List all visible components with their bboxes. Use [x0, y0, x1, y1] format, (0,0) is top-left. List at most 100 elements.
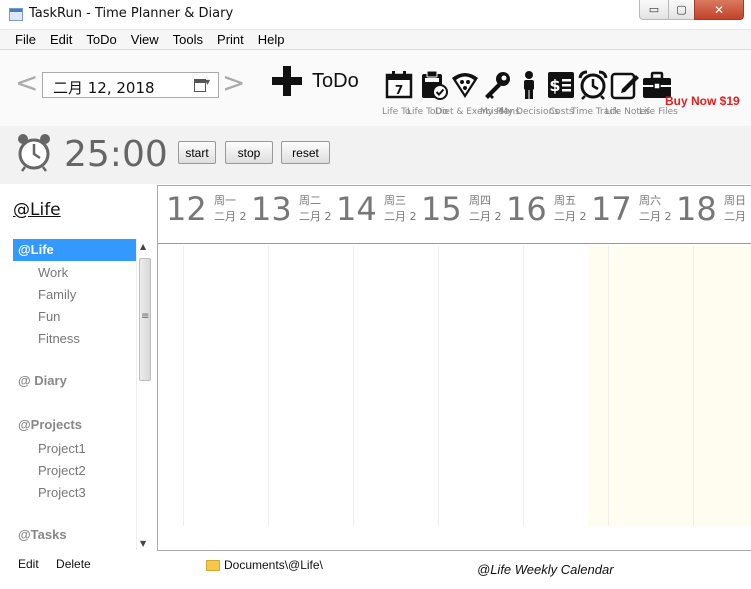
next-date-arrow-icon[interactable]: >	[222, 69, 245, 97]
tree-item-family[interactable]: Family	[13, 284, 136, 306]
timer-bar: 25:00 start stop reset	[0, 126, 751, 184]
weekend-highlight	[588, 246, 751, 526]
scroll-thumb[interactable]	[139, 258, 151, 381]
maximize-button[interactable]: ▢	[668, 0, 695, 20]
window-title: TaskRun - Time Planner & Diary	[29, 6, 234, 21]
day-column-divider	[268, 246, 269, 526]
tool-diet-exercise[interactable]	[450, 70, 484, 102]
day-number: 17	[591, 190, 632, 228]
month-label: 二月 2	[469, 210, 502, 223]
key-icon	[485, 72, 510, 99]
day-number: 12	[166, 190, 207, 228]
close-button[interactable]: ✕	[694, 0, 744, 20]
date-value: 二月 12, 2018	[53, 79, 155, 97]
edit-note-icon	[610, 72, 639, 100]
app-icon	[9, 8, 23, 21]
scroll-down-icon[interactable]: ▼	[140, 539, 146, 548]
weekly-calendar[interactable]: 12 13 14 15 16 17 18 周一 二月 2 周二 二月 2 周三 …	[157, 185, 751, 551]
timer-start-button[interactable]: start	[178, 141, 216, 164]
tree-item-project2[interactable]: Project2	[13, 460, 136, 482]
maximize-icon: ▢	[676, 3, 687, 16]
tree-actions: Edit Delete	[18, 557, 105, 571]
tree-item-fun[interactable]: Fun	[13, 306, 136, 328]
calendar-header: 12 13 14 15 16 17 18 周一 二月 2 周二 二月 2 周三 …	[158, 186, 751, 244]
date-picker[interactable]: 二月 12, 2018	[42, 72, 219, 98]
tool-label-costs: Costs	[549, 107, 574, 117]
buy-now-link[interactable]: Buy Now $19	[665, 94, 740, 108]
month-label: 二月 2	[554, 210, 587, 223]
scroll-up-icon[interactable]: ▲	[140, 242, 146, 251]
pizza-slice-icon	[452, 73, 478, 98]
weekday-label: 周六	[639, 194, 661, 207]
plus-icon	[272, 66, 302, 96]
folder-path[interactable]: Documents\@Life\	[206, 558, 323, 572]
tree-item-projects[interactable]: @Projects	[13, 414, 136, 436]
tool-life-todo[interactable]	[418, 70, 452, 102]
minimize-icon: ▭	[648, 3, 660, 16]
receipt-dollar-icon: $	[548, 72, 574, 98]
tree-item-tasks[interactable]: @Tasks	[13, 524, 136, 546]
menu-todo[interactable]: ToDo	[79, 30, 123, 49]
tree-item-life[interactable]: @Life	[13, 239, 136, 261]
month-label: 二月 2	[214, 210, 247, 223]
add-todo-button[interactable]: ToDo	[272, 66, 359, 96]
add-todo-label: ToDo	[312, 69, 359, 92]
folder-path-text: Documents\@Life\	[224, 558, 323, 572]
tree-item-project1[interactable]: Project1	[13, 438, 136, 460]
folder-icon	[206, 559, 220, 571]
day-number: 14	[336, 190, 377, 228]
category-tree: @Life Work Family Fun Fitness @ Diary @P…	[13, 239, 153, 550]
weekday-label: 周二	[299, 194, 321, 207]
alarm-clock-icon	[578, 70, 608, 100]
month-label: 二月 2	[639, 210, 672, 223]
weekday-label: 周四	[469, 194, 491, 207]
day-number: 18	[676, 190, 717, 228]
timer-display: 25:00	[64, 134, 168, 175]
weekday-label: 周日	[724, 194, 746, 207]
calendar-dropdown-icon[interactable]	[194, 77, 212, 92]
tool-life-notes[interactable]	[610, 70, 644, 102]
menu-tools[interactable]: Tools	[166, 30, 210, 49]
tool-life-todo-calendar[interactable]: 7	[384, 70, 418, 102]
calendar-icon: 7	[385, 71, 413, 99]
menu-print[interactable]: Print	[210, 30, 251, 49]
tree-item-fitness[interactable]: Fitness	[13, 328, 136, 350]
day-number: 16	[506, 190, 547, 228]
calendar-caption: @Life Weekly Calendar	[477, 562, 614, 577]
menu-file[interactable]: File	[0, 30, 43, 49]
day-column-divider	[183, 246, 184, 526]
timer-stop-button[interactable]: stop	[225, 141, 273, 164]
day-column-divider	[523, 246, 524, 526]
tree-scrollbar[interactable]: ▲ ▼	[136, 239, 153, 550]
day-column-divider	[438, 246, 439, 526]
day-number: 13	[251, 190, 292, 228]
menu-view[interactable]: View	[124, 30, 166, 49]
day-column-divider	[353, 246, 354, 526]
tool-my-decisions[interactable]	[514, 70, 548, 102]
category-title[interactable]: @Life	[13, 200, 61, 220]
month-label: 二月	[724, 210, 746, 223]
menu-help[interactable]: Help	[251, 30, 292, 49]
tree-item-work[interactable]: Work	[13, 262, 136, 284]
person-icon	[524, 71, 534, 99]
toolbar: < 二月 12, 2018 > ToDo 7	[0, 50, 751, 126]
minimize-button[interactable]: ▭	[639, 0, 669, 20]
prev-date-arrow-icon[interactable]: <	[15, 69, 38, 97]
timer-reset-button[interactable]: reset	[281, 141, 330, 164]
month-label: 二月 2	[299, 210, 332, 223]
weekday-label: 周一	[214, 194, 236, 207]
day-column-divider	[608, 246, 609, 526]
tree-item-project3[interactable]: Project3	[13, 482, 136, 504]
title-bar: TaskRun - Time Planner & Diary ▭ ▢ ✕	[0, 0, 751, 30]
day-column-divider	[693, 246, 694, 526]
tool-costs[interactable]: $	[546, 70, 580, 102]
tree-item-diary[interactable]: @ Diary	[13, 370, 136, 392]
tool-time-track[interactable]	[578, 70, 612, 102]
svg-text:7: 7	[395, 83, 403, 97]
tool-my-plans[interactable]	[482, 70, 516, 102]
edit-category-button[interactable]: Edit	[18, 557, 39, 571]
delete-category-button[interactable]: Delete	[56, 557, 91, 571]
menu-edit[interactable]: Edit	[43, 30, 79, 49]
weekday-label: 周三	[384, 194, 406, 207]
menu-bar: File Edit ToDo View Tools Print Help	[0, 30, 751, 50]
